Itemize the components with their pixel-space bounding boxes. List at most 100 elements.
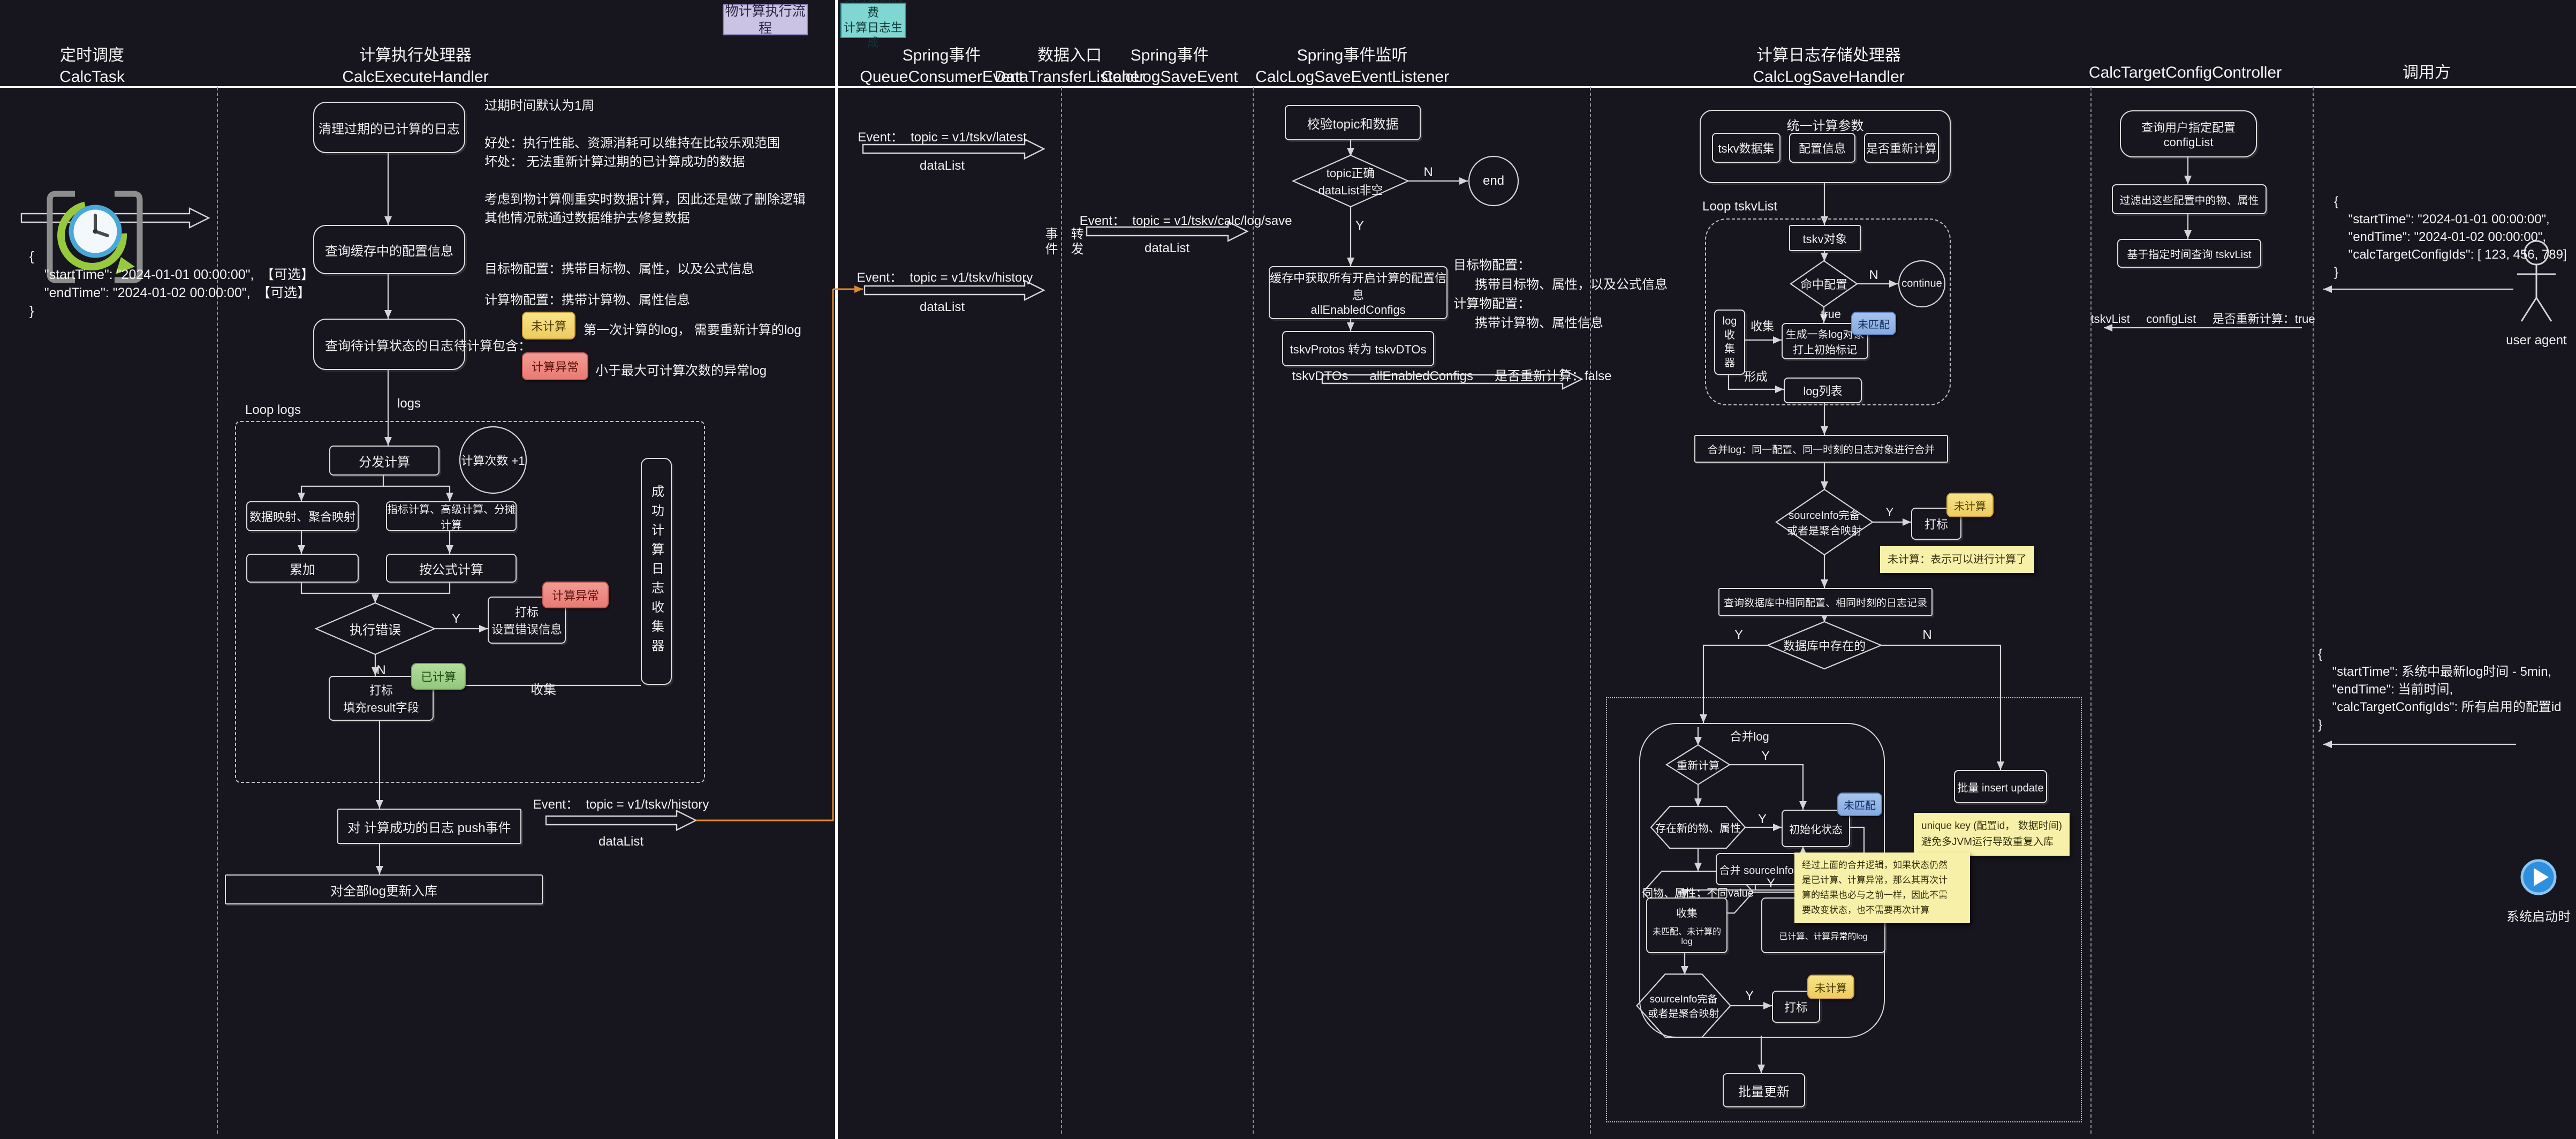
label-collect: 收集 bbox=[531, 679, 556, 698]
label-n-topic: N bbox=[1423, 165, 1433, 180]
badge-calculated: 已计算 bbox=[411, 663, 466, 690]
box-update-all-logs[interactable]: 对全部log更新入库 bbox=[225, 874, 543, 904]
box-dispatch-calc[interactable]: 分发计算 bbox=[329, 446, 440, 476]
box-query-db-logs[interactable]: 查询数据库中相同配置、相同时刻的日志记录 bbox=[1718, 588, 1933, 616]
event-latest-datalist: dataList bbox=[920, 159, 965, 174]
box-tskv-object[interactable]: tskv对象 bbox=[1789, 225, 1861, 251]
label-y-same: Y bbox=[1767, 876, 1775, 891]
diamond-recalc-label: 重新计算 bbox=[1677, 757, 1719, 773]
event-history-label-exec: Event： topic = v1/tskv/history bbox=[533, 794, 709, 812]
box-batch-update[interactable]: 批量更新 bbox=[1723, 1073, 1805, 1107]
hex-new-thing-label: 存在新的物、属性 bbox=[1655, 820, 1741, 835]
hex-same-thing-label: 同物、属性；不同value bbox=[1642, 885, 1754, 900]
diamond-topic-valid-label: topic正确 dataList非空 bbox=[1318, 164, 1383, 198]
box-query-cached-config[interactable]: 查询缓存中的配置信息 bbox=[313, 225, 465, 274]
circle-calc-count-label: 计算次数 +1 bbox=[461, 451, 525, 469]
box-collect-result[interactable]: 收集 未匹配、未计算的log bbox=[1646, 897, 1728, 953]
box-convert-dtos[interactable]: tskvProtos 转为 tskvDTOs bbox=[1282, 331, 1434, 366]
chip-recalc-flag[interactable]: 是否重新计算 bbox=[1864, 133, 1939, 163]
event-save-label: Event： topic = v1/tskv/calc/log/save bbox=[1080, 210, 1292, 229]
label-event-forward-1: 事件 bbox=[1041, 227, 1059, 257]
note-uncalculated-means: 未计算：表示可以进行计算了 bbox=[1880, 546, 2034, 573]
badge-uncalculated-2: 未计算 bbox=[1807, 975, 1854, 999]
label-system-boot: 系统启动时 bbox=[2506, 906, 2571, 925]
box-validate-topic[interactable]: 校验topic和数据 bbox=[1285, 105, 1421, 140]
flow-title-badge-right: 实时数据消费 计算日志生成 bbox=[840, 3, 906, 38]
label-y-sourceinfo2: Y bbox=[1745, 989, 1754, 1004]
box-push-success-logs[interactable]: 对 计算成功的日志 push事件 bbox=[337, 809, 521, 844]
box-merge-log[interactable]: 合并log：同一配置、同一时刻的日志对象进行合并 bbox=[1694, 435, 1948, 463]
event-latest-label: Event： topic = v1/tskv/latest bbox=[858, 126, 1026, 145]
box-cache-configs[interactable]: 缓存中获取所有开启计算的配置信息 allEnabledConfigs bbox=[1269, 266, 1448, 319]
header-saveev: Spring事件 CalcLogSaveEvent bbox=[1101, 45, 1238, 88]
label-calc-error-desc: 小于最大可计算次数的异常log bbox=[595, 360, 767, 379]
label-y-sourceinfo: Y bbox=[1886, 506, 1894, 519]
loop-logs-box bbox=[235, 421, 705, 783]
chip-tskv-dataset[interactable]: tskv数据集 bbox=[1712, 133, 1781, 163]
loop-tskvlist-label: Loop tskvList bbox=[1702, 199, 1777, 214]
sequence-flow-diagram: 物计算执行流程 实时数据消费 计算日志生成 定时调度 CalcTask 计算执行… bbox=[0, 0, 2576, 1139]
event-history-datalist-exec: dataList bbox=[598, 834, 643, 849]
label-uncalculated-desc: 第一次计算的log， 需要重新计算的log bbox=[584, 319, 801, 338]
header-calctask: 定时调度 CalcTask bbox=[59, 45, 125, 88]
badge-unmatched: 未匹配 bbox=[1851, 312, 1896, 335]
diamond-db-exists-label: 数据库中存在的 bbox=[1783, 637, 1866, 654]
label-collect-2: 收集 bbox=[1751, 317, 1774, 334]
hex-sourceinfo2-label: sourceInfo完备 或者是聚合映射 bbox=[1648, 991, 1719, 1020]
box-collect-desc: 未匹配、未计算的log bbox=[1647, 924, 1726, 947]
box-calc-types[interactable]: 指标计算、高级计算、分摊计算 bbox=[386, 501, 517, 531]
flow-title-badge-left: 物计算执行流程 bbox=[723, 4, 808, 35]
box-filter-things[interactable]: 过滤出这些配置中的物、属性 bbox=[2112, 184, 2267, 214]
badge-calc-error: 计算异常 bbox=[522, 352, 588, 380]
label-n-db: N bbox=[1922, 628, 1931, 643]
box-log-list[interactable]: log列表 bbox=[1784, 378, 1862, 403]
box-merge-sourceinfo[interactable]: 合并 sourceInfo bbox=[1716, 853, 1797, 885]
note-unique-key: unique key (配置id， 数据时间) 避免多JVM运行导致重复入库 bbox=[1914, 813, 2070, 856]
note-calc-config: 计算物配置：携带计算物、属性信息 bbox=[484, 289, 690, 308]
event-history-label-queue: Event： topic = v1/tskv/history bbox=[857, 267, 1033, 285]
diamond-sourceinfo-label: sourceInfo完备 或者是聚合映射 bbox=[1787, 507, 1862, 538]
box-query-pending-logs[interactable]: 查询待计算状态的日志 bbox=[313, 319, 465, 370]
header-savehandler: 计算日志存储处理器 CalcLogSaveHandler bbox=[1753, 45, 1905, 88]
label-dtos-arrow: tskvDTOs allEnabledConfigs 是否重新计算：false bbox=[1292, 365, 1611, 384]
badge-calc-error-2: 计算异常 bbox=[542, 582, 609, 608]
box-query-by-time[interactable]: 基于指定时间查询 tskvList bbox=[2117, 239, 2261, 268]
box-clean-expired-logs[interactable]: 清理过期的已计算的日志 bbox=[313, 102, 465, 153]
note-config-detail: 目标物配置： 携带目标物、属性，以及公式信息 计算物配置： 携带计算物、属性信息 bbox=[1453, 256, 1668, 333]
badge-uncalculated: 未计算 bbox=[522, 312, 575, 340]
label-logs: logs bbox=[397, 396, 421, 411]
diamond-exec-error-label: 执行错误 bbox=[350, 620, 401, 638]
label-y-topic: Y bbox=[1355, 218, 1364, 233]
loop-logs-label: Loop logs bbox=[245, 403, 301, 418]
circle-continue-label: continue bbox=[1901, 278, 1942, 290]
diamond-hit-config-label: 命中配置 bbox=[1800, 275, 1847, 292]
label-n-exec-error: N bbox=[376, 663, 385, 678]
box-batch-insert-update[interactable]: 批量 insert update bbox=[1954, 770, 2047, 803]
label-form: 形成 bbox=[1744, 367, 1768, 384]
label-pending-contains: 待计算包含： bbox=[454, 335, 531, 354]
box-success-log-collector: 成功计算日志收集器 bbox=[641, 458, 672, 685]
label-y-new: Y bbox=[1758, 812, 1767, 827]
success-log-collector-text: 成功计算日志收集器 bbox=[647, 485, 666, 658]
caller-request-json: { "startTime": "2024-01-01 00:00:00", "e… bbox=[2334, 193, 2567, 281]
chip-config-info[interactable]: 配置信息 bbox=[1789, 133, 1855, 163]
box-query-user-config[interactable]: 查询用户指定配置 configList bbox=[2120, 110, 2257, 157]
badge-unmatched-2: 未匹配 bbox=[1837, 793, 1882, 816]
header-caller: 调用方 bbox=[2403, 62, 2451, 84]
box-formula-calc[interactable]: 按公式计算 bbox=[386, 554, 517, 583]
label-y-exec-error: Y bbox=[452, 612, 460, 627]
merge-log-container-label: 合并log bbox=[1730, 727, 1769, 744]
note-expire-policy: 过期时间默认为1周 好处：执行性能、资源消耗可以维持在比较乐观范围 坏处： 无法… bbox=[484, 96, 806, 228]
box-accumulate[interactable]: 累加 bbox=[246, 554, 359, 583]
caller-boot-json: { "startTime": 系统中最新log时间 - 5min, "endTi… bbox=[2318, 645, 2562, 734]
box-data-mapping[interactable]: 数据映射、聚合映射 bbox=[246, 501, 359, 531]
label-controller-arrow: tskvList configList 是否重新计算：true bbox=[2090, 310, 2315, 327]
label-user-agent: user agent bbox=[2506, 333, 2566, 348]
box-collect-title: 收集 bbox=[1676, 904, 1698, 920]
event-history-datalist-queue: dataList bbox=[920, 300, 965, 315]
header-controller: CalcTargetConfigController bbox=[2089, 62, 2282, 84]
event-save-datalist: dataList bbox=[1145, 241, 1189, 256]
box-discard-desc: 已计算、计算异常的log bbox=[1779, 929, 1867, 942]
label-n-hit: N bbox=[1869, 268, 1878, 283]
circle-end-label: end bbox=[1483, 174, 1504, 188]
